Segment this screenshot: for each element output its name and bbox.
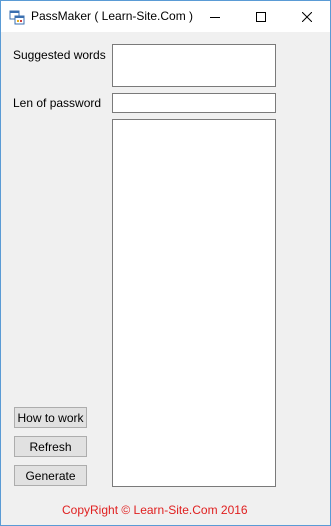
close-icon <box>302 11 312 22</box>
refresh-button[interactable]: Refresh <box>14 436 87 457</box>
minimize-button[interactable] <box>192 1 238 32</box>
generate-button[interactable]: Generate <box>14 465 87 486</box>
password-length-label: Len of password <box>13 96 102 110</box>
password-length-input[interactable] <box>112 93 276 113</box>
minimize-icon <box>210 12 220 22</box>
copyright-text: CopyRight © Learn-Site.Com 2016 <box>62 503 248 517</box>
how-to-work-button[interactable]: How to work <box>14 407 87 428</box>
app-window-icon <box>9 9 25 25</box>
title-bar[interactable]: PassMaker ( Learn-Site.Com ) <box>1 1 330 32</box>
close-button[interactable] <box>284 1 330 32</box>
client-area: Suggested words Len of password How to w… <box>1 32 330 525</box>
suggested-words-input[interactable] <box>112 44 276 87</box>
app-window: PassMaker ( Learn-Site.Com ) Suggested w… <box>0 0 331 526</box>
suggested-words-label: Suggested words <box>13 48 106 62</box>
maximize-icon <box>256 11 266 22</box>
maximize-button[interactable] <box>238 1 284 32</box>
window-title: PassMaker ( Learn-Site.Com ) <box>31 9 194 23</box>
password-output-textarea[interactable] <box>112 119 276 487</box>
